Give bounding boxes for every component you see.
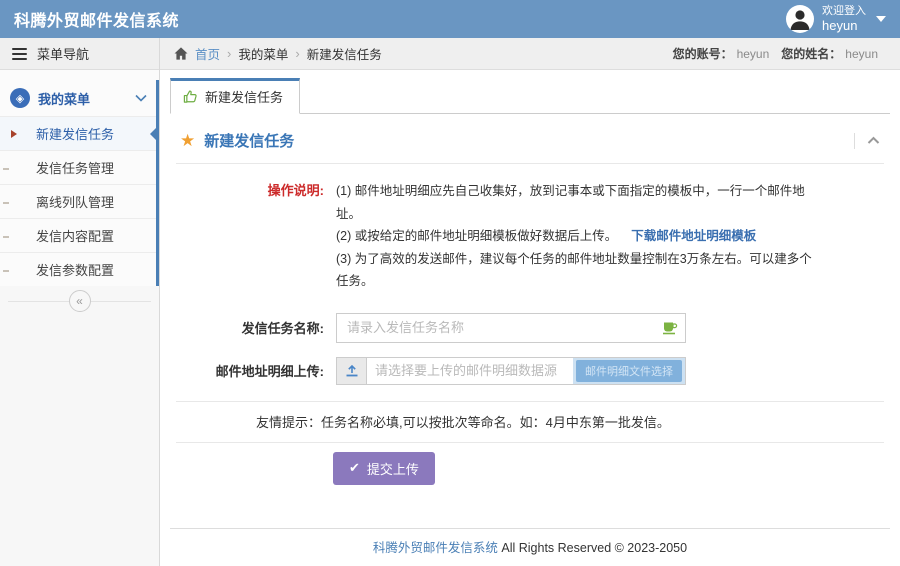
sidebar: 菜单导航 ◈ 我的菜单 新建发信任务 发信任务管理 离线列队管理: [0, 38, 160, 566]
sidebar-item-label: 新建发信任务: [36, 124, 114, 143]
group-label: 我的菜单: [38, 89, 127, 108]
download-template-link[interactable]: 下载邮件地址明细模板: [631, 229, 756, 243]
instruction-line-2-text: (2) 或按给定的邮件地址明细模板做好数据后上传。: [336, 229, 617, 243]
sidebar-item-label: 发信参数配置: [36, 260, 114, 279]
breadcrumb-item-my-menu: 我的菜单: [238, 44, 288, 63]
footer-brand-link[interactable]: 科腾外贸邮件发信系统: [373, 541, 498, 555]
item-dash-icon: [3, 168, 9, 170]
user-icon: [786, 5, 814, 33]
sidebar-filler: [0, 316, 159, 566]
instruction-line-2: (2) 或按给定的邮件地址明细模板做好数据后上传。下载邮件地址明细模板: [336, 225, 816, 248]
breadcrumb-separator: ›: [227, 46, 231, 61]
sidebar-collapse-button[interactable]: «: [69, 290, 91, 312]
avatar[interactable]: [786, 5, 814, 33]
instruction-line-3: (3) 为了高效的发送邮件，建议每个任务的邮件地址数量控制在3万条左右。可以建多…: [336, 248, 816, 293]
star-icon: ★: [180, 132, 195, 149]
sidebar-item-task-manage[interactable]: 发信任务管理: [0, 150, 159, 184]
content-inner: 新建发信任务 ★ 新建发信任务: [160, 70, 900, 566]
home-icon: [174, 47, 188, 60]
chevron-up-icon: [867, 136, 880, 145]
name-value: heyun: [845, 47, 878, 61]
task-name-input-wrap: [336, 313, 686, 343]
group-gem-icon: ◈: [10, 88, 30, 108]
account-label: 您的账号：: [673, 45, 733, 62]
check-icon: ✔: [349, 460, 360, 476]
welcome-label: 欢迎登入: [822, 5, 866, 18]
instruction-line-1: (1) 邮件地址明细应先自己收集好，放到记事本或下面指定的模板中，一行一个邮件地…: [336, 180, 816, 225]
sidebar-item-new-task[interactable]: 新建发信任务: [0, 116, 159, 150]
sidebar-collapse-row: «: [0, 286, 159, 316]
upload-file-input[interactable]: [367, 358, 573, 384]
menu-nav-toggle[interactable]: 菜单导航: [0, 38, 159, 70]
breadcrumb-bar: 首页 › 我的菜单 › 新建发信任务 您的账号： heyun 您的姓名： hey…: [160, 38, 900, 70]
breadcrumb-home-link[interactable]: 首页: [195, 44, 220, 63]
hamburger-icon: [12, 48, 27, 60]
sidebar-item-label: 发信内容配置: [36, 226, 114, 245]
content-area: 首页 › 我的菜单 › 新建发信任务 您的账号： heyun 您的姓名： hey…: [160, 38, 900, 566]
breadcrumb-item-current: 新建发信任务: [307, 44, 382, 63]
new-task-panel: ★ 新建发信任务 操作说明: (1) 邮件地址明细应先自己收: [170, 114, 890, 528]
cup-icon: [662, 321, 678, 334]
upload-input-group: 邮件明细文件选择: [336, 357, 686, 385]
main-layout: 菜单导航 ◈ 我的菜单 新建发信任务 发信任务管理 离线列队管理: [0, 38, 900, 566]
task-name-label: 发信任务名称:: [176, 318, 336, 337]
account-value: heyun: [737, 47, 770, 61]
panel-header: ★ 新建发信任务: [176, 114, 884, 164]
nav-toggle-label: 菜单导航: [37, 44, 89, 63]
file-select-zone: 邮件明细文件选择: [573, 358, 685, 384]
panel-title: 新建发信任务: [204, 130, 294, 151]
file-select-button[interactable]: 邮件明细文件选择: [576, 360, 682, 382]
app-title: 科腾外贸邮件发信系统: [14, 7, 179, 31]
tab-strip: 新建发信任务: [170, 78, 890, 114]
instructions-label: 操作说明:: [176, 180, 336, 293]
tool-divider: [854, 133, 855, 149]
breadcrumb: 首页 › 我的菜单 › 新建发信任务: [174, 44, 382, 63]
friendly-tip: 友情提示：任务名称必填,可以按批次等命名。如：4月中东第一批发信。: [176, 402, 884, 442]
active-marker-icon: [11, 130, 17, 138]
breadcrumb-separator: ›: [295, 46, 299, 61]
tab-label: 新建发信任务: [205, 87, 283, 106]
submit-row: ✔ 提交上传: [176, 443, 884, 485]
task-name-row: 发信任务名称:: [176, 313, 884, 343]
sidebar-item-param-config[interactable]: 发信参数配置: [0, 252, 159, 286]
name-label: 您的姓名：: [781, 45, 841, 62]
footer: 科腾外贸邮件发信系统 All Rights Reserved © 2023-20…: [170, 528, 890, 566]
panel-tools: [854, 133, 880, 149]
upload-icon: [345, 364, 359, 377]
tab-new-task[interactable]: 新建发信任务: [170, 78, 300, 114]
header-username: heyun: [822, 18, 866, 34]
chevron-down-icon: [135, 94, 147, 102]
submit-label: 提交上传: [367, 459, 419, 478]
panel-spacer: [176, 485, 884, 529]
sidebar-item-offline-queue[interactable]: 离线列队管理: [0, 184, 159, 218]
sidebar-item-label: 离线列队管理: [36, 192, 114, 211]
item-dash-icon: [3, 270, 9, 272]
task-name-input[interactable]: [336, 313, 686, 343]
item-dash-icon: [3, 236, 9, 238]
upload-row: 邮件地址明细上传: 邮件明细文件选择: [176, 357, 884, 385]
instructions-text: (1) 邮件地址明细应先自己收集好，放到记事本或下面指定的模板中，一行一个邮件地…: [336, 180, 816, 293]
caret-down-icon[interactable]: [876, 16, 886, 22]
upload-addon: [337, 358, 367, 384]
item-dash-icon: [3, 202, 9, 204]
welcome-block: 欢迎登入 heyun: [822, 5, 866, 34]
upload-label: 邮件地址明细上传:: [176, 361, 336, 380]
submit-upload-button[interactable]: ✔ 提交上传: [333, 452, 435, 485]
account-info: 您的账号： heyun 您的姓名： heyun: [673, 45, 886, 62]
instructions-block: 操作说明: (1) 邮件地址明细应先自己收集好，放到记事本或下面指定的模板中，一…: [176, 164, 884, 299]
thumbs-up-icon: [183, 89, 198, 104]
sidebar-item-label: 发信任务管理: [36, 158, 114, 177]
user-menu[interactable]: 欢迎登入 heyun: [786, 5, 886, 34]
sidebar-menu: ◈ 我的菜单 新建发信任务 发信任务管理 离线列队管理 发信内容配置: [0, 70, 159, 286]
app-header: 科腾外贸邮件发信系统 欢迎登入 heyun: [0, 0, 900, 38]
sidebar-item-content-config[interactable]: 发信内容配置: [0, 218, 159, 252]
sidebar-group-my-menu[interactable]: ◈ 我的菜单: [0, 80, 159, 116]
footer-copyright: All Rights Reserved © 2023-2050: [498, 541, 687, 555]
collapse-panel-button[interactable]: [867, 136, 880, 145]
